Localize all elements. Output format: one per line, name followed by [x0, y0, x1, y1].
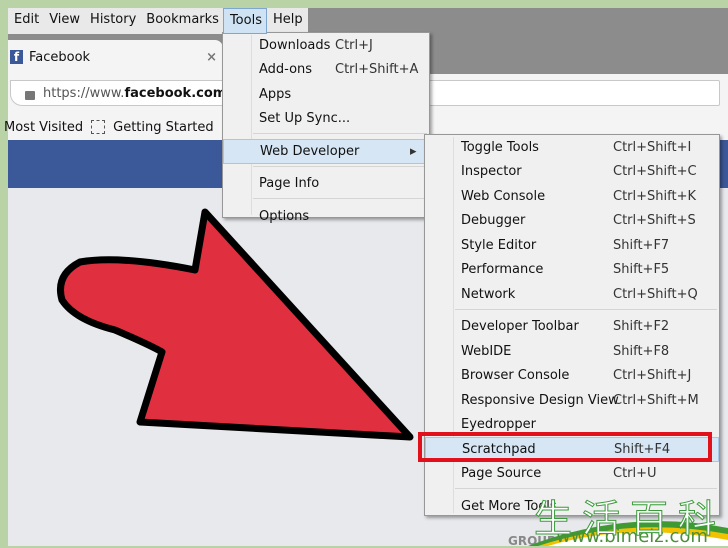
menu-item-label: Downloads — [259, 37, 331, 53]
watermark-char: 百 — [629, 497, 669, 542]
menu-item-label: Network — [461, 286, 516, 302]
menu-item-shortcut: Shift+F5 — [613, 262, 670, 278]
menu-history[interactable]: History — [84, 8, 140, 34]
menu-item-label: WebIDE — [461, 343, 512, 359]
menu-item-label: Eyedropper — [461, 417, 537, 433]
menu-item-label: Page Source — [461, 466, 542, 482]
watermark-logo: www.bimeiz.com 生活百科 — [528, 488, 728, 547]
menu-item-shortcut: Ctrl+Shift+K — [613, 188, 696, 204]
tools-menu: Downloads Ctrl+J Add-ons Ctrl+Shift+A Apps Se… — [222, 32, 430, 224]
menu-item-inspector[interactable]: Inspector Ctrl+Shift+C — [425, 160, 719, 185]
watermark-char: 活 — [581, 497, 621, 542]
menu-item-apps[interactable]: Apps — [223, 82, 429, 107]
menu-item-debugger[interactable]: Debugger Ctrl+Shift+S — [425, 209, 719, 234]
menu-item-page-source[interactable]: Page Source Ctrl+U — [425, 462, 719, 487]
menu-item-shortcut: Shift+F8 — [613, 343, 670, 359]
menu-item-label: Apps — [259, 86, 292, 102]
menu-item-web-console[interactable]: Web Console Ctrl+Shift+K — [425, 184, 719, 209]
menu-item-label: Page Info — [259, 176, 320, 192]
watermark-char: 科 — [677, 497, 717, 542]
watermark-char: 生 — [533, 497, 573, 542]
menu-item-label: Add-ons — [259, 62, 313, 78]
menu-item-shortcut: Ctrl+Shift+M — [613, 392, 699, 408]
menu-item-label: Web Console — [461, 188, 546, 204]
menu-item-network[interactable]: Network Ctrl+Shift+Q — [425, 282, 719, 307]
menu-item-shortcut: Shift+F2 — [613, 319, 670, 335]
menu-item-options[interactable]: Options — [223, 204, 429, 229]
menu-item-add-ons[interactable]: Add-ons Ctrl+Shift+A — [223, 58, 429, 83]
menu-item-performance[interactable]: Performance Shift+F5 — [425, 258, 719, 283]
menu-bookmarks[interactable]: Bookmarks — [140, 8, 223, 34]
menu-item-set-up-sync[interactable]: Set Up Sync... — [223, 107, 429, 132]
menu-item-label: Performance — [461, 262, 544, 278]
menu-item-shortcut: Ctrl+Shift+A — [335, 62, 419, 78]
menu-item-style-editor[interactable]: Style Editor Shift+F7 — [425, 233, 719, 258]
menu-item-shortcut: Ctrl+Shift+Q — [613, 286, 698, 302]
menu-item-shortcut: Ctrl+Shift+I — [613, 139, 692, 155]
menu-item-developer-toolbar[interactable]: Developer Toolbar Shift+F2 — [425, 315, 719, 340]
arrow-shape — [57, 208, 414, 441]
menu-help[interactable]: Help — [267, 8, 307, 34]
menu-item-label: Responsive Design View — [461, 392, 619, 408]
menu-item-shortcut: Shift+F7 — [613, 237, 670, 253]
menu-item-label: Set Up Sync... — [259, 111, 351, 127]
menu-item-responsive-design-view[interactable]: Responsive Design View Ctrl+Shift+M — [425, 388, 719, 413]
menu-item-label: Options — [259, 208, 310, 224]
menu-item-shortcut: Ctrl+U — [613, 466, 657, 482]
menu-item-toggle-tools[interactable]: Toggle Tools Ctrl+Shift+I — [425, 135, 719, 160]
menu-item-label: Web Developer — [260, 143, 360, 159]
menu-item-shortcut: Ctrl+J — [335, 37, 373, 53]
menu-item-label: Inspector — [461, 164, 522, 180]
menu-item-shortcut: ▸ — [410, 143, 417, 159]
menu-item-shortcut: Ctrl+Shift+J — [613, 368, 692, 384]
menu-item-label: Browser Console — [461, 368, 570, 384]
menu-item-downloads[interactable]: Downloads Ctrl+J — [223, 33, 429, 58]
menu-item-page-info[interactable]: Page Info — [223, 172, 429, 197]
scratchpad-highlight-box — [418, 432, 712, 462]
menu-view[interactable]: View — [43, 8, 84, 34]
menu-item-shortcut: Ctrl+Shift+C — [613, 164, 697, 180]
menu-item-shortcut: Ctrl+Shift+S — [613, 213, 696, 229]
menu-tools[interactable]: Tools — [222, 8, 267, 34]
menu-item-label: Toggle Tools — [461, 139, 539, 155]
menu-item-label: Debugger — [461, 213, 526, 229]
menu-edit[interactable]: Edit — [8, 8, 43, 34]
menu-item-web-developer[interactable]: Web Developer ▸ — [223, 139, 429, 164]
menu-item-webide[interactable]: WebIDE Shift+F8 — [425, 339, 719, 364]
menu-item-browser-console[interactable]: Browser Console Ctrl+Shift+J — [425, 364, 719, 389]
menu-item-label: Style Editor — [461, 237, 537, 253]
menu-item-label: Developer Toolbar — [461, 319, 579, 335]
